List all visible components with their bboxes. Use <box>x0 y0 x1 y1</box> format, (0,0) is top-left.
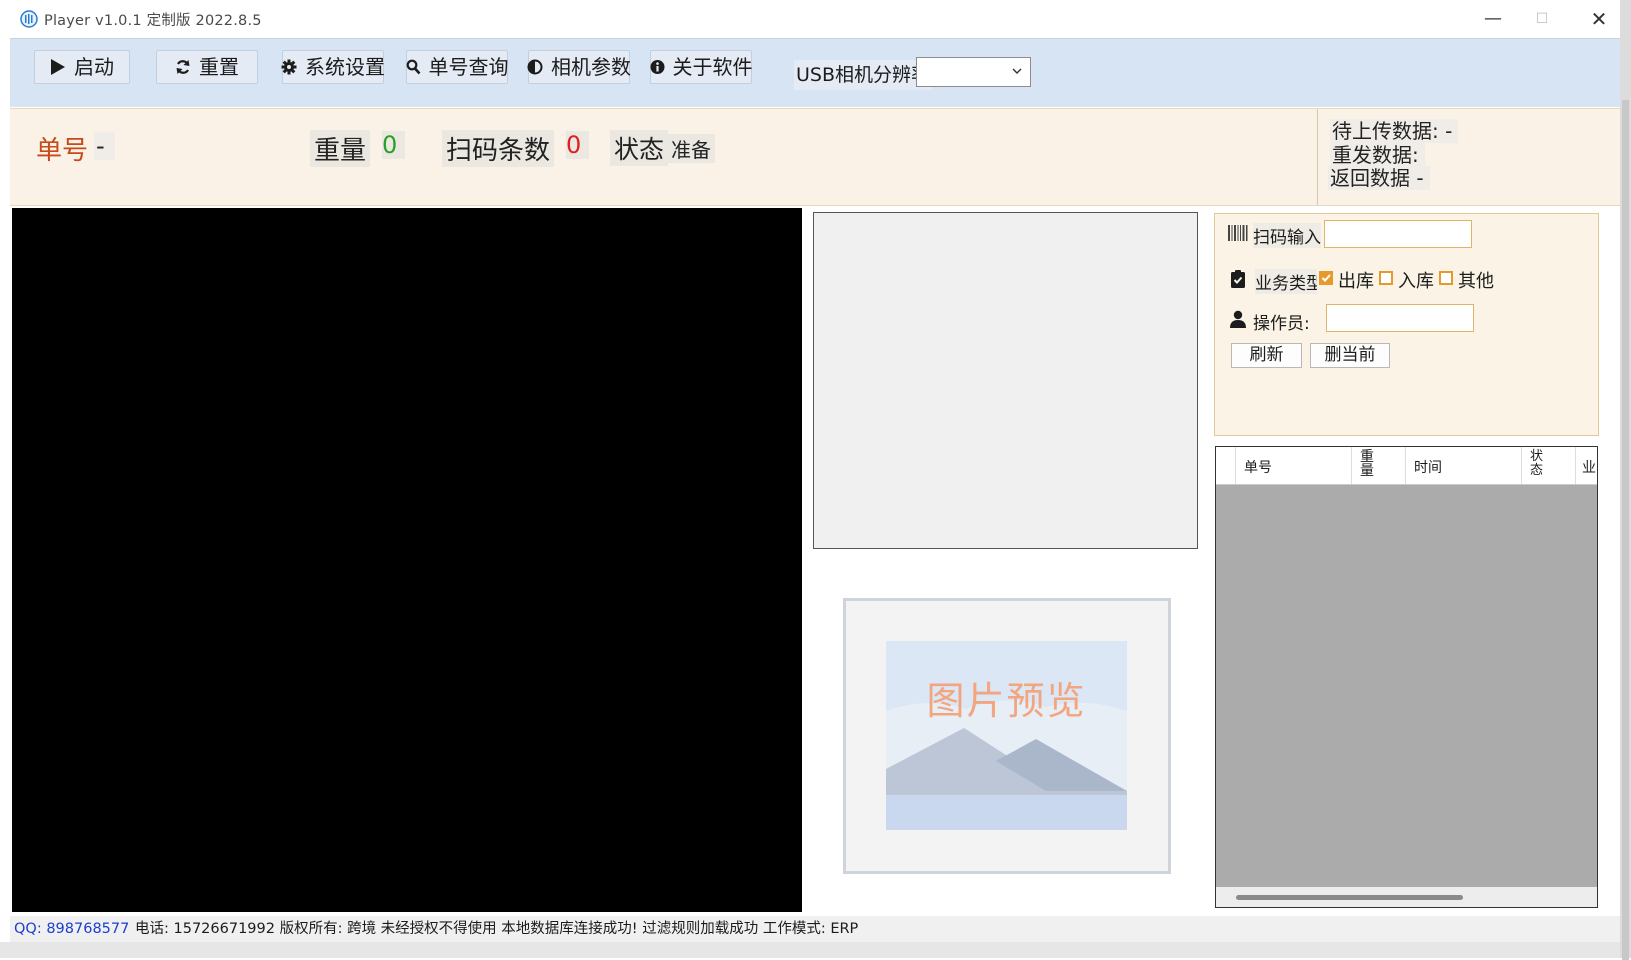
camera-params-button[interactable]: 相机参数 <box>527 50 631 84</box>
start-label: 启动 <box>74 55 114 79</box>
checkbox-other-label[interactable]: 其他 <box>1458 267 1494 293</box>
chevron-down-icon <box>1012 68 1022 74</box>
camera-video-area <box>12 208 802 912</box>
close-button[interactable]: ✕ <box>1576 4 1622 34</box>
barcode-icon <box>1228 225 1248 241</box>
camera-params-label: 相机参数 <box>551 55 631 79</box>
grid-col-order-label: 单号 <box>1244 460 1272 476</box>
grid-col-time[interactable]: 时间 <box>1406 447 1522 484</box>
order-label: 单号 <box>36 136 89 166</box>
preview-placeholder-text: 图片预览 <box>926 679 1087 723</box>
resend-label: 重发数据: <box>1332 143 1419 167</box>
search-icon <box>406 59 420 75</box>
refresh-button[interactable]: 刷新 <box>1231 343 1302 368</box>
window-title: Player v1.0.1 定制版 2022.8.5 <box>44 13 262 29</box>
operator-label: 操作员: <box>1253 314 1310 334</box>
grid-scroll-thumb[interactable] <box>1236 895 1463 900</box>
entry-form-panel: 扫码输入 业务类型 出库 入库 其他 操作员: 刷新 删当前 <box>1214 213 1599 436</box>
settings-button[interactable]: 系统设置 <box>281 50 385 84</box>
operator-input[interactable] <box>1326 304 1474 332</box>
user-icon <box>1230 310 1246 328</box>
about-button[interactable]: 关于软件 <box>650 50 753 84</box>
maximize-button[interactable]: ☐ <box>1519 4 1565 34</box>
pending-upload-label: 待上传数据: <box>1332 119 1439 143</box>
pending-upload-value: - <box>1445 119 1453 143</box>
query-label: 单号查询 <box>428 55 509 79</box>
refresh-icon <box>176 60 190 74</box>
query-button[interactable]: 单号查询 <box>406 50 509 84</box>
usb-resolution-select[interactable] <box>916 57 1031 87</box>
checkbox-outbound[interactable] <box>1319 271 1333 285</box>
checkbox-other[interactable] <box>1439 271 1453 285</box>
clipboard-check-icon <box>1231 270 1245 288</box>
grid-col-status-label: 状态 <box>1530 449 1544 478</box>
weight-value: 0 <box>382 131 406 159</box>
info-band: 单号 - 重量 0 扫码条数 0 状态 准备 待上传数据: - 重发数据: 返回… <box>10 108 1620 206</box>
minimize-button[interactable]: — <box>1470 4 1516 34</box>
grid-row-header <box>1216 447 1236 484</box>
window-scrollbar[interactable] <box>1622 100 1629 960</box>
order-value: - <box>94 132 115 160</box>
grid-col-weight-label: 重量 <box>1360 449 1374 479</box>
capture-frame <box>813 212 1198 549</box>
grid-header: 单号 重量 时间 状态 业 <box>1216 447 1597 485</box>
reset-button[interactable]: 重置 <box>156 50 258 84</box>
qq-contact[interactable]: QQ: 898768577 <box>14 916 129 942</box>
taskbar-strip <box>0 942 1631 958</box>
grid-horizontal-scrollbar[interactable] <box>1216 887 1597 907</box>
play-icon <box>51 59 65 75</box>
returned-value: - <box>1416 166 1424 190</box>
resend-stat: 重发数据: <box>1330 143 1425 167</box>
grid-col-time-label: 时间 <box>1414 460 1442 476</box>
returned-label: 返回数据 <box>1330 166 1410 190</box>
settings-label: 系统设置 <box>305 55 385 79</box>
status-value: 准备 <box>667 134 715 163</box>
about-label: 关于软件 <box>672 55 753 79</box>
checkbox-outbound-label[interactable]: 出库 <box>1338 267 1374 293</box>
grid-col-business[interactable]: 业 <box>1576 447 1597 484</box>
contrast-icon <box>527 59 543 75</box>
status-label: 状态 <box>610 130 669 166</box>
pending-upload-stat: 待上传数据: - <box>1330 119 1459 143</box>
grid-col-order[interactable]: 单号 <box>1236 447 1352 484</box>
window-left-edge <box>0 0 10 958</box>
grid-col-status[interactable]: 状态 <box>1522 447 1576 484</box>
reset-label: 重置 <box>199 55 239 79</box>
scan-count-value: 0 <box>566 131 590 159</box>
gear-icon <box>281 59 297 75</box>
check-icon <box>1321 274 1331 282</box>
image-preview: 图片预览 <box>843 598 1171 874</box>
weight-label: 重量 <box>310 130 371 167</box>
info-icon <box>650 60 664 74</box>
info-divider <box>1317 109 1318 205</box>
start-button[interactable]: 启动 <box>34 50 130 84</box>
app-icon <box>20 10 38 28</box>
status-text: 电话: 15726671992 版权所有: 跨境 未经授权不得使用 本地数据库连… <box>135 921 859 937</box>
scan-count-label: 扫码条数 <box>442 130 555 167</box>
business-type-label: 业务类型 <box>1255 269 1317 294</box>
returned-stat: 返回数据 - <box>1328 166 1430 190</box>
scan-input-label: 扫码输入 <box>1253 223 1321 248</box>
checkbox-inbound-label[interactable]: 入库 <box>1398 267 1434 293</box>
status-bar: QQ: 898768577 电话: 15726671992 版权所有: 跨境 未… <box>10 916 1620 942</box>
usb-resolution-label: USB相机分辨率 <box>794 60 933 90</box>
title-bar: Player v1.0.1 定制版 2022.8.5 — ☐ ✕ <box>10 0 1622 38</box>
grid-col-weight[interactable]: 重量 <box>1352 447 1406 484</box>
delete-current-button[interactable]: 删当前 <box>1310 343 1390 368</box>
records-grid[interactable]: 单号 重量 时间 状态 业 <box>1215 446 1598 908</box>
checkbox-inbound[interactable] <box>1379 271 1393 285</box>
grid-col-business-label: 业 <box>1582 460 1596 476</box>
toolbar: 启动 重置 系统设置 单号查询 相机参数 关于软件 USB相机分辨率 <box>10 38 1620 107</box>
scan-input[interactable] <box>1324 220 1472 248</box>
